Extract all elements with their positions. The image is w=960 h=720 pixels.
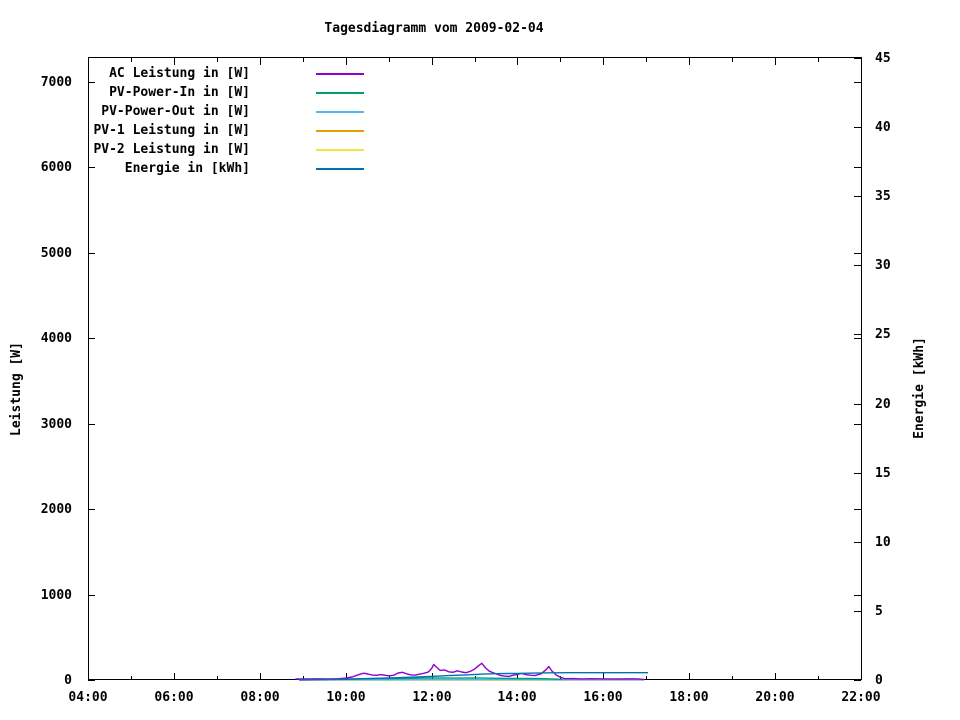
x-tick-label: 12:00	[412, 690, 451, 705]
legend-label: PV-2 Leistung in [W]	[93, 142, 250, 157]
legend-item: PV-Power-In in [W]	[90, 83, 364, 102]
y-tick-label-left: 4000	[41, 331, 72, 346]
y-tick-label-right: 45	[875, 51, 891, 66]
y-tick-label-left: 6000	[41, 160, 72, 175]
legend-item: Energie in [kWh]	[90, 159, 364, 178]
y-tick-label-right: 35	[875, 189, 891, 204]
y-axis-label-right: Energie [kWh]	[912, 337, 927, 439]
x-tick-label: 22:00	[841, 690, 880, 705]
y-tick-label-right: 10	[875, 535, 891, 550]
legend-label: AC Leistung in [W]	[109, 66, 250, 81]
legend-item: PV-Power-Out in [W]	[90, 102, 364, 121]
legend-line-sample-ac-leistung	[316, 72, 364, 75]
x-tick-label: 20:00	[755, 690, 794, 705]
y-axis-label-left: Leistung [W]	[9, 342, 24, 436]
y-tick-label-left: 3000	[41, 417, 72, 432]
x-tick-label: 18:00	[669, 690, 708, 705]
legend-label: PV-1 Leistung in [W]	[93, 123, 250, 138]
gnuplot-chart-page: { "page": { "background": "#ffffff", "te…	[0, 0, 960, 720]
x-tick-label: 06:00	[154, 690, 193, 705]
legend-item: PV-2 Leistung in [W]	[90, 140, 364, 159]
y-tick-label-left: 5000	[41, 246, 72, 261]
series-line-0	[295, 662, 645, 681]
legend: AC Leistung in [W] PV-Power-In in [W] PV…	[90, 64, 364, 178]
legend-label: PV-Power-Out in [W]	[101, 104, 250, 119]
y-tick-label-right: 30	[875, 258, 891, 273]
y-tick-label-right: 5	[875, 604, 883, 619]
y-tick-label-left: 1000	[41, 588, 72, 603]
x-tick-label: 14:00	[497, 690, 536, 705]
y-tick-label-left: 2000	[41, 502, 72, 517]
x-tick-label: 04:00	[68, 690, 107, 705]
y-tick-label-left: 7000	[41, 75, 72, 90]
x-tick-label: 08:00	[240, 690, 279, 705]
legend-label: PV-Power-In in [W]	[109, 85, 250, 100]
legend-line-sample-pv2-leistung	[316, 148, 364, 151]
y-tick-label-right: 0	[875, 673, 883, 688]
legend-line-sample-pv-power-in	[316, 91, 364, 94]
y-tick-label-right: 20	[875, 397, 891, 412]
x-tick-label: 16:00	[583, 690, 622, 705]
x-tick-label: 10:00	[326, 690, 365, 705]
legend-line-sample-energie	[316, 167, 364, 170]
legend-line-sample-pv-power-out	[316, 110, 364, 113]
y-tick-label-right: 15	[875, 466, 891, 481]
y-tick-label-right: 40	[875, 120, 891, 135]
legend-label: Energie in [kWh]	[124, 161, 250, 176]
y-tick-label-right: 25	[875, 327, 891, 342]
legend-item: AC Leistung in [W]	[90, 64, 364, 83]
legend-line-sample-pv1-leistung	[316, 129, 364, 132]
legend-item: PV-1 Leistung in [W]	[90, 121, 364, 140]
y-tick-label-left: 0	[64, 673, 72, 688]
